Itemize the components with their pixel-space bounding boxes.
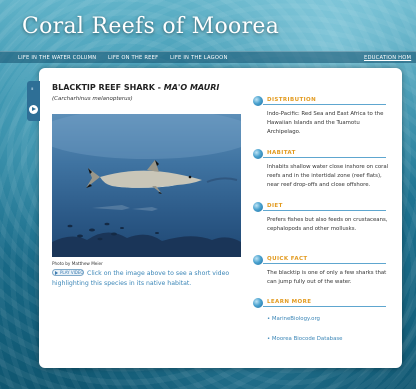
bullet-orb-icon <box>253 255 263 265</box>
link-moorea-biocode[interactable]: • Moorea Biocode Database <box>267 336 343 342</box>
link-marinebiology[interactable]: • MarineBiology.org <box>267 316 320 322</box>
section-quick-fact-header: QUICK FACT <box>253 255 386 265</box>
section-habitat-header: HABITAT <box>253 149 386 159</box>
common-name: BLACKTIP REEF SHARK - <box>52 83 164 92</box>
section-title: QUICK FACT <box>267 256 308 262</box>
blacktip-shark <box>86 160 202 194</box>
nav-item-education-home[interactable]: EDUCATION HOM <box>364 55 411 61</box>
diet-text: Prefers fishes but also feeds on crustac… <box>267 217 388 233</box>
divider <box>263 210 386 211</box>
section-title: HABITAT <box>267 150 296 156</box>
shark-photo-illustration <box>52 114 241 257</box>
bullet-orb-icon <box>253 202 263 212</box>
nav-item-lagoon[interactable]: LIFE IN THE LAGOON <box>170 55 228 61</box>
bullet-orb-icon <box>253 149 263 159</box>
section-learn-more-header: LEARN MORE <box>253 298 386 308</box>
species-title: BLACKTIP REEF SHARK - MA'O MAURI <box>52 83 219 92</box>
divider <box>263 263 386 264</box>
local-name: MA'O MAURI <box>163 83 220 92</box>
side-tab[interactable]: ≡ <box>27 81 40 121</box>
section-title: DIET <box>267 203 283 209</box>
nav-item-water-column[interactable]: LIFE IN THE WATER COLUMN <box>18 55 96 61</box>
scientific-name: (Carcharhinus melanopterus) <box>52 96 133 102</box>
photo-credit: Photo by Matthew Meier <box>52 261 103 266</box>
play-video-button[interactable]: PLAY VIDEO <box>52 269 84 276</box>
divider <box>263 306 386 307</box>
nav-item-reef[interactable]: LIFE ON THE REEF <box>108 55 158 61</box>
shark-video-thumbnail[interactable] <box>52 114 241 257</box>
side-tab-label: ≡ <box>30 87 35 91</box>
play-arrow-icon[interactable] <box>29 105 38 114</box>
section-diet-header: DIET <box>253 202 386 212</box>
quick-fact-text: The blacktip is one of only a few sharks… <box>267 270 387 286</box>
site-title[interactable]: Coral Reefs of Moorea <box>22 14 279 39</box>
main-nav: LIFE IN THE WATER COLUMN LIFE ON THE REE… <box>0 51 416 63</box>
surface-light <box>52 114 241 159</box>
section-title: DISTRIBUTION <box>267 97 317 103</box>
bullet-orb-icon <box>253 298 263 308</box>
divider <box>263 104 386 105</box>
distribution-text: Indo-Pacific: Red Sea and East Africa to… <box>267 111 384 136</box>
background-shark-shadow <box>206 177 238 183</box>
section-distribution-header: DISTRIBUTION <box>253 96 386 106</box>
divider <box>263 157 386 158</box>
section-title: LEARN MORE <box>267 299 312 305</box>
habitat-text: Inhabits shallow water close inshore on … <box>267 164 389 189</box>
distant-sharks <box>92 205 158 211</box>
bullet-orb-icon <box>253 96 263 106</box>
